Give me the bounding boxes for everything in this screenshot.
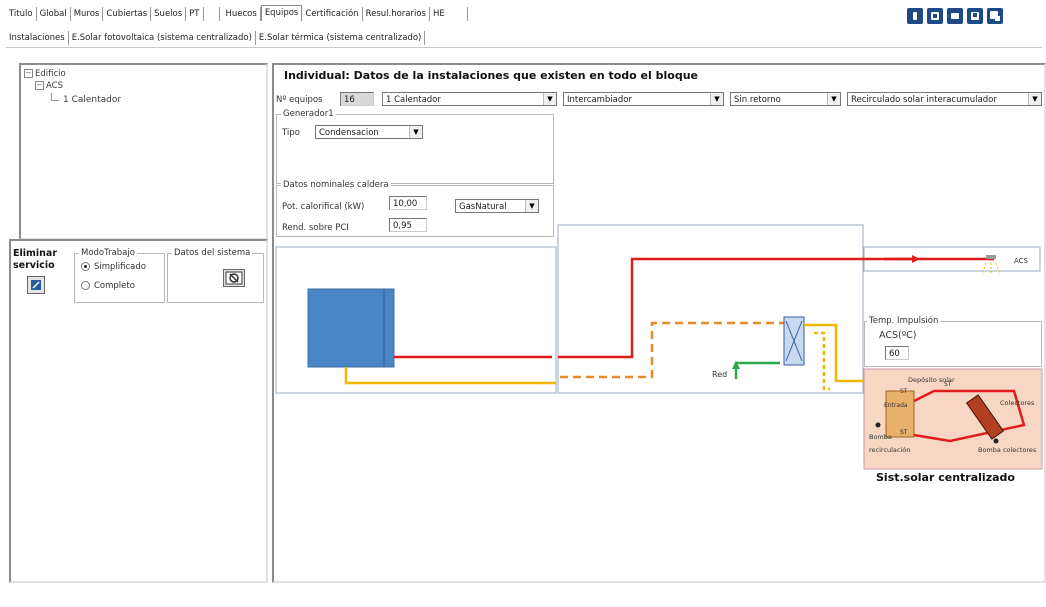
mode-group: ModoTrabajo Simplificado Completo (74, 248, 165, 303)
tree-node-calentador[interactable]: 1 Calentador (63, 95, 121, 105)
radio-icon (81, 281, 90, 290)
recirculation-pump-icon (875, 422, 881, 428)
tree-node-label: Edificio (35, 69, 66, 79)
temperature-legend: Temp. Impulsión (867, 316, 941, 326)
heater-tank (307, 288, 395, 368)
collector-pump-icon (993, 438, 999, 444)
recirculation-pump-label-line2: recirculación (869, 446, 911, 454)
radio-simplificado[interactable]: Simplificado (81, 262, 146, 272)
system-data-button[interactable] (223, 269, 245, 287)
radio-completo[interactable]: Completo (81, 281, 135, 291)
system-data-legend: Datos del sistema (172, 248, 253, 258)
temperature-group: Temp. Impulsión ACS(ºC) 60 (864, 316, 1042, 367)
gauge-icon (225, 271, 243, 285)
tree-node-acs[interactable]: − ACS (35, 81, 63, 91)
tab-suelos[interactable]: Suelos (151, 7, 187, 21)
radio-label: Simplificado (94, 262, 146, 272)
info-icon[interactable] (907, 8, 923, 24)
subtab-termica[interactable]: E.Solar térmica (sistema centralizado) (256, 31, 426, 45)
tab-muros[interactable]: Muros (71, 7, 104, 21)
collapse-icon[interactable]: − (24, 69, 33, 78)
tab-cubiertas[interactable]: Cubiertas (103, 7, 152, 21)
network-label: Red (712, 370, 728, 379)
tab-separator (218, 7, 220, 21)
system-data-group: Datos del sistema (167, 248, 264, 303)
tree-panel: − Edificio − ACS 1 Calentador (19, 63, 268, 240)
save-icon[interactable] (967, 8, 983, 24)
collectors-label: Colectores (1000, 399, 1035, 407)
tree-node-label: ACS (46, 81, 63, 91)
shower-head-icon (986, 255, 996, 259)
acs-temp-label: ACS(ºC) (879, 330, 917, 341)
radio-selected-icon (81, 262, 90, 271)
st-label: ST (900, 429, 908, 436)
collapse-icon[interactable]: − (35, 81, 44, 90)
delete-service-button[interactable] (27, 276, 45, 294)
tab-equipos[interactable]: Equipos (260, 5, 303, 21)
acs-label: ACS (1014, 257, 1028, 265)
tab-resul-horarios[interactable]: Resul.horarios (363, 7, 430, 21)
tab-huecos[interactable]: Huecos (223, 7, 261, 21)
exchanger-frame (557, 224, 864, 394)
tab-global[interactable]: Global (37, 7, 71, 21)
main-tab-strip: Titulo Global Muros Cubiertas Suelos PT … (6, 5, 468, 21)
service-panel: Eliminar servicio ModoTrabajo Simplifica… (9, 239, 268, 583)
delete-service-label-line1: Eliminar (13, 248, 58, 259)
top-navigation: Titulo Global Muros Cubiertas Suelos PT … (0, 0, 1046, 30)
tree-connector (51, 100, 59, 101)
radio-label: Completo (94, 281, 135, 291)
subtab-instalaciones[interactable]: Instalaciones (6, 31, 69, 45)
tab-pt[interactable]: PT (186, 7, 204, 21)
st-label: ST (944, 381, 952, 388)
mode-legend: ModoTrabajo (79, 248, 137, 258)
st-label: ST (900, 388, 908, 395)
acs-temp-field[interactable]: 60 (885, 346, 909, 360)
sub-tab-strip: Instalaciones E.Solar fotovoltaica (sist… (6, 31, 426, 45)
open-icon[interactable] (947, 8, 963, 24)
copy-icon[interactable] (987, 8, 1003, 24)
main-panel: Individual: Datos de la instalaciones qu… (272, 63, 1046, 583)
document-icon[interactable] (927, 8, 943, 24)
recirculation-pump-label-line1: Bomba (869, 433, 892, 441)
delete-icon (31, 280, 41, 290)
solar-system-title: Sist.solar centralizado (876, 471, 1015, 484)
tab-he[interactable]: HE (430, 7, 468, 21)
entrada-label: Entrada (884, 402, 908, 409)
tab-titulo[interactable]: Titulo (6, 7, 37, 21)
tab-certificacion[interactable]: Certificación (302, 7, 363, 21)
delete-service-label-line2: servicio (13, 260, 55, 271)
tree-node-edificio[interactable]: − Edificio (24, 69, 66, 79)
subtab-underline (6, 47, 1042, 48)
subtab-fotovoltaica[interactable]: E.Solar fotovoltaica (sistema centraliza… (69, 31, 256, 45)
collector-pump-label: Bomba colectores (978, 446, 1037, 454)
